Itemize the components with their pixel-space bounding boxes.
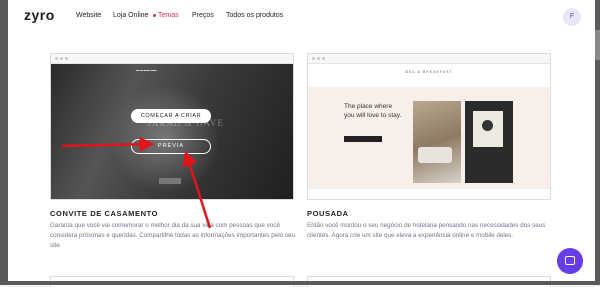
window-edge-bottom <box>0 281 600 285</box>
arrow-up <box>182 150 212 229</box>
window-edge-left <box>0 0 8 285</box>
scrollbar-thumb[interactable] <box>595 30 600 60</box>
chat-support-button[interactable] <box>557 248 583 274</box>
arrow-left <box>61 136 155 152</box>
chat-bubble-icon <box>565 256 575 265</box>
browser-viewport: zyro Website Loja Online Temas Preços To… <box>0 0 600 287</box>
annotation-arrows <box>61 136 212 229</box>
